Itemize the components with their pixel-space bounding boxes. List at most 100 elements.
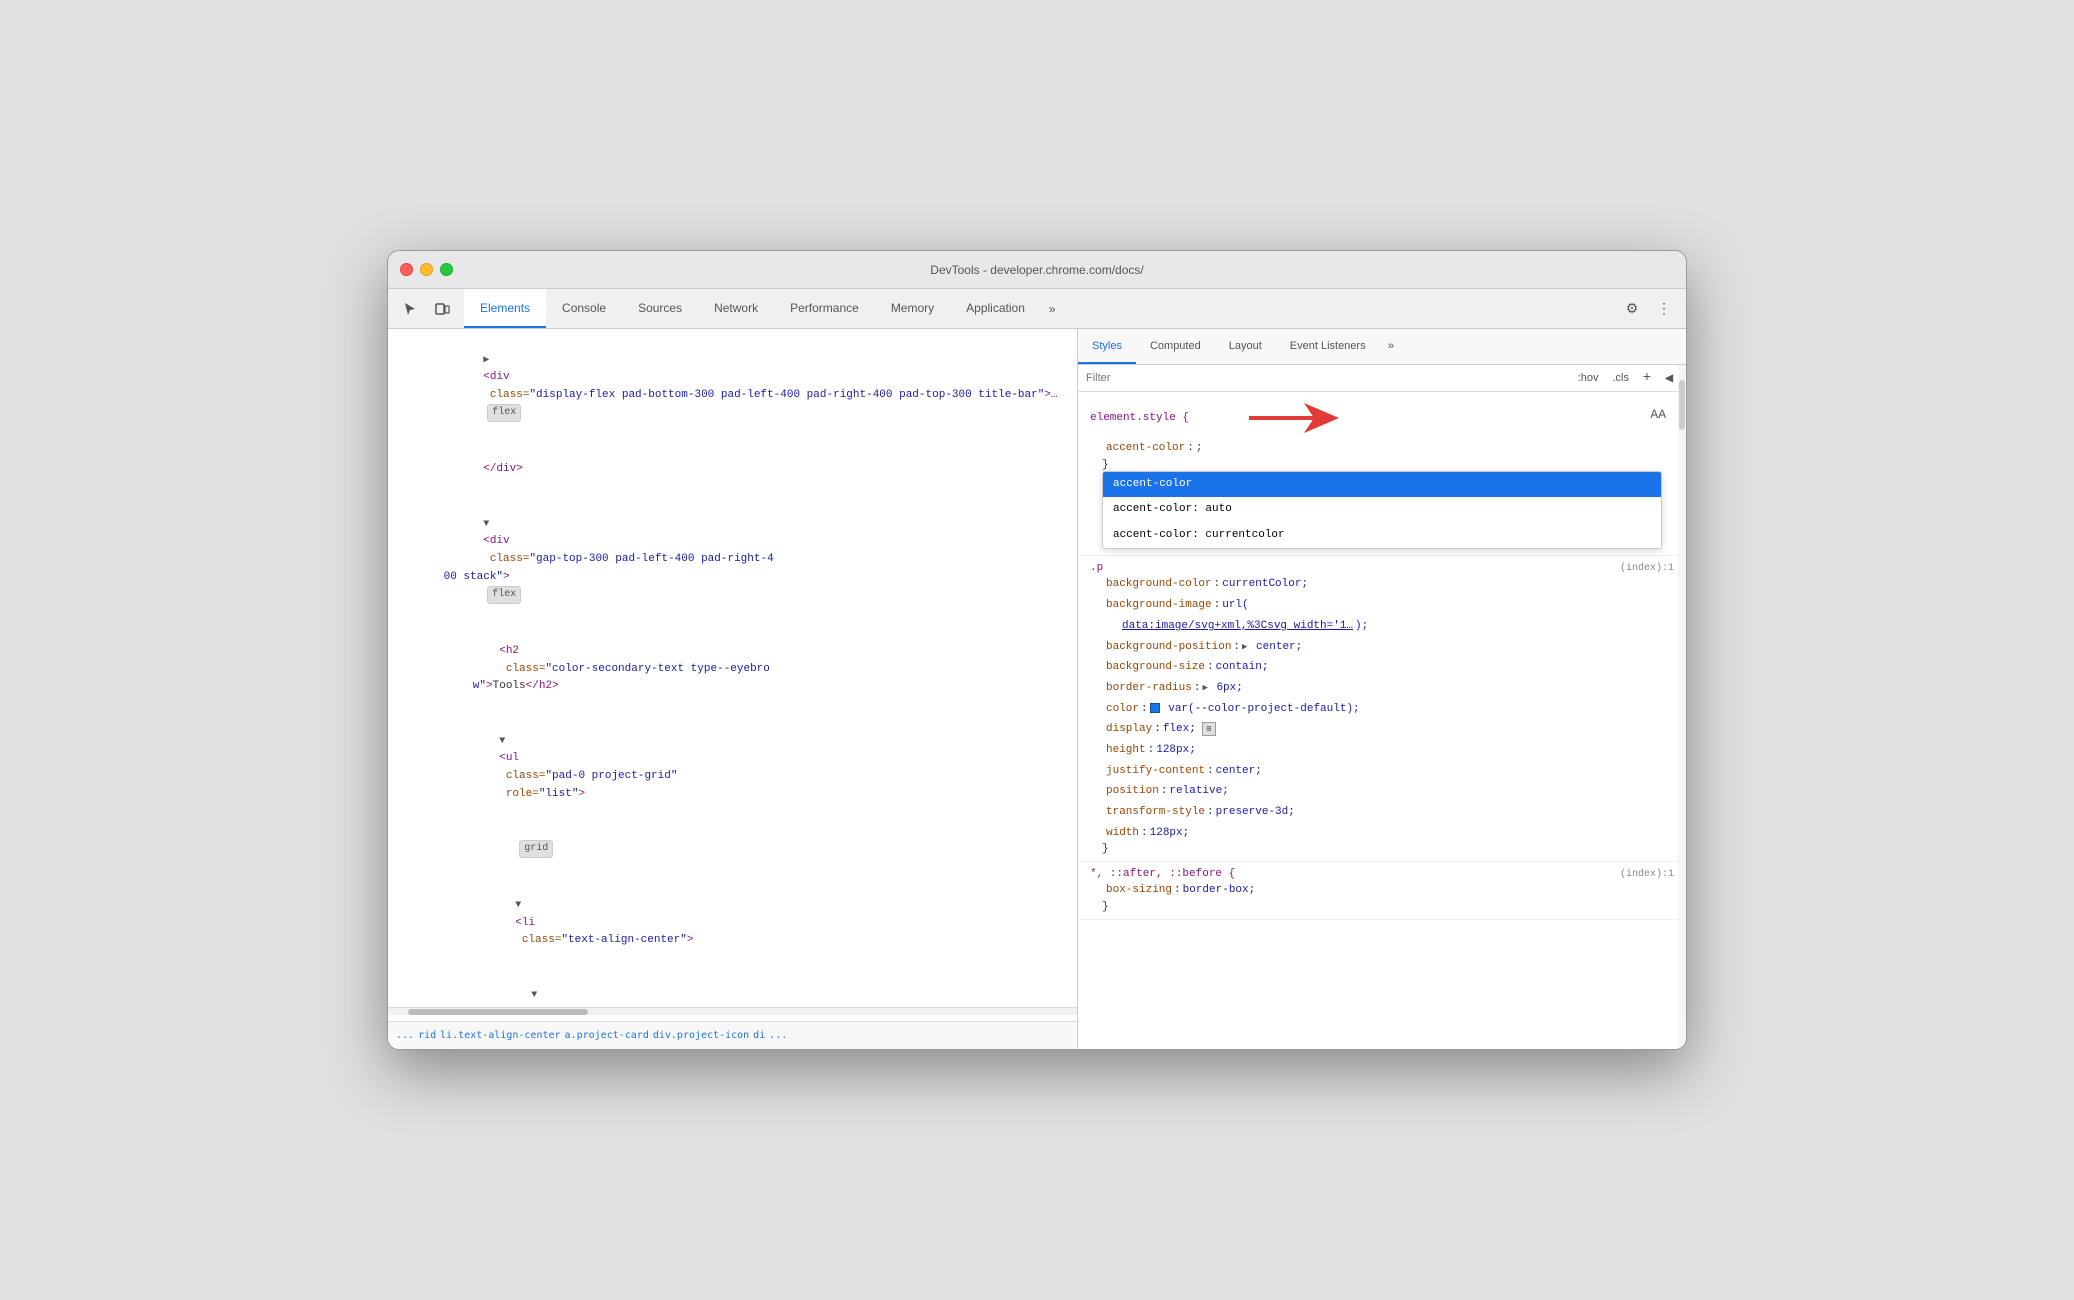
css-selector[interactable]: *, ::after, ::before { — [1090, 868, 1235, 880]
expand-triangle[interactable]: ▼ — [531, 990, 537, 1001]
settings-icon[interactable]: ⚙ — [1618, 295, 1646, 323]
cls-button[interactable]: .cls — [1608, 370, 1635, 386]
styles-content: element.style { accent-color : ; — [1078, 392, 1686, 1049]
css-property-line[interactable]: color : var(--color-project-default); — [1090, 699, 1674, 720]
cursor-icon[interactable] — [396, 295, 424, 323]
css-property-line[interactable]: height : 128px; — [1090, 740, 1674, 761]
color-swatch[interactable] — [1150, 703, 1160, 713]
css-property-line[interactable]: display : flex; ⊞ — [1090, 719, 1674, 740]
html-line[interactable]: <h2 class="color-secondary-text type--ey… — [388, 624, 1077, 714]
tab-elements[interactable]: Elements — [464, 289, 546, 328]
more-options-icon[interactable]: ⋮ — [1650, 295, 1678, 323]
breadcrumb-item[interactable]: li.text-align-center — [440, 1030, 560, 1041]
css-property-line[interactable]: background-color : currentColor; — [1090, 574, 1674, 595]
scroll-thumb[interactable] — [408, 1009, 588, 1015]
autocomplete-dropdown[interactable]: accent-color accent-color: auto accent-c… — [1102, 471, 1662, 550]
maximize-button[interactable] — [440, 263, 453, 276]
tab-event-listeners[interactable]: Event Listeners — [1276, 329, 1380, 364]
html-line[interactable]: ▼ <ul class="pad-0 project-grid" role="l… — [388, 714, 1077, 822]
css-property-line[interactable]: background-size : contain; — [1090, 657, 1674, 678]
css-property-line[interactable]: background-position : ▶ center; — [1090, 637, 1674, 658]
title-bar: DevTools - developer.chrome.com/docs/ — [388, 251, 1686, 289]
hov-button[interactable]: :hov — [1573, 370, 1604, 386]
css-property-line[interactable]: border-radius : ▶ 6px; — [1090, 678, 1674, 699]
devtools-window: DevTools - developer.chrome.com/docs/ — [387, 250, 1687, 1050]
element-style-rule: element.style { accent-color : ; — [1078, 392, 1686, 556]
tab-layout[interactable]: Layout — [1215, 329, 1276, 364]
device-toggle-icon[interactable] — [428, 295, 456, 323]
elements-content[interactable]: ▶ <div class="display-flex pad-bottom-30… — [388, 329, 1077, 1007]
expand-triangle[interactable]: ▼ — [515, 900, 521, 911]
tab-styles[interactable]: Styles — [1078, 329, 1136, 364]
html-line[interactable]: grid — [388, 822, 1077, 879]
grid-badge[interactable]: grid — [519, 840, 553, 858]
tab-network[interactable]: Network — [698, 289, 774, 328]
tab-more-button[interactable]: » — [1041, 289, 1064, 328]
css-selector[interactable]: .p — [1090, 562, 1103, 574]
red-arrow-annotation — [1249, 398, 1339, 438]
breadcrumb-item[interactable]: a.project-card — [565, 1030, 649, 1041]
text-size-icon[interactable]: AA — [1650, 407, 1666, 422]
expand-triangle[interactable]: ▼ — [499, 736, 505, 747]
tab-performance[interactable]: Performance — [774, 289, 875, 328]
css-property-line[interactable]: background-image : url( — [1090, 595, 1674, 616]
css-property-line[interactable]: box-sizing : border-box; — [1090, 880, 1674, 901]
flex-badge[interactable]: flex — [487, 404, 521, 422]
flex-layout-icon[interactable]: ⊞ — [1202, 722, 1216, 736]
devtools-body: ▶ <div class="display-flex pad-bottom-30… — [388, 329, 1686, 1049]
tab-sources[interactable]: Sources — [622, 289, 698, 328]
breadcrumb-item[interactable]: di — [753, 1030, 765, 1041]
breadcrumb-item[interactable]: div.project-icon — [653, 1030, 749, 1041]
html-line[interactable]: ▼ <a class="project-card" href="devtools… — [388, 969, 1077, 1008]
tab-application[interactable]: Application — [950, 289, 1041, 328]
styles-tab-more[interactable]: » — [1380, 329, 1403, 364]
html-line[interactable]: </div> — [388, 442, 1077, 497]
css-property-continuation[interactable]: data:image/svg+xml,%3Csvg width='1… ); — [1090, 616, 1674, 637]
scrollbar-thumb[interactable] — [1679, 380, 1685, 430]
html-line[interactable]: ▶ <div class="display-flex pad-bottom-30… — [388, 333, 1077, 442]
expand-triangle[interactable]: ▼ — [483, 519, 489, 530]
horizontal-scrollbar[interactable] — [388, 1007, 1077, 1015]
minimize-button[interactable] — [420, 263, 433, 276]
data-url-link[interactable]: data:image/svg+xml,%3Csvg width='1… — [1122, 617, 1353, 636]
css-selector[interactable]: element.style { — [1090, 412, 1189, 424]
autocomplete-item-accent-color[interactable]: accent-color — [1103, 472, 1661, 498]
window-title: DevTools - developer.chrome.com/docs/ — [930, 263, 1143, 277]
tab-computed[interactable]: Computed — [1136, 329, 1215, 364]
breadcrumb-item[interactable]: rid — [418, 1030, 436, 1041]
autocomplete-item-auto[interactable]: accent-color: auto — [1103, 497, 1661, 523]
vertical-scrollbar[interactable] — [1678, 365, 1686, 1049]
css-close-brace: } — [1090, 843, 1674, 855]
expand-triangle[interactable]: ▶ — [483, 355, 489, 366]
filter-input[interactable] — [1086, 372, 1569, 384]
breadcrumb-item[interactable]: ... — [396, 1030, 414, 1041]
css-rule-universal: *, ::after, ::before { (index):1 box-siz… — [1078, 862, 1686, 920]
tab-console[interactable]: Console — [546, 289, 622, 328]
devtools-right-icons: ⚙ ⋮ — [1618, 295, 1678, 323]
breadcrumb-bar: ... rid li.text-align-center a.project-c… — [388, 1021, 1077, 1049]
devtools-container: Elements Console Sources Network Perform… — [388, 289, 1686, 1049]
css-property-line[interactable]: width : 128px; — [1090, 823, 1674, 844]
autocomplete-item-currentcolor[interactable]: accent-color: currentcolor — [1103, 523, 1661, 549]
sidebar-toggle-button[interactable]: ◀ — [1660, 369, 1678, 387]
css-property-line[interactable]: transform-style : preserve-3d; — [1090, 802, 1674, 823]
css-property-line[interactable]: accent-color : ; — [1090, 438, 1674, 459]
css-property-line[interactable]: position : relative; — [1090, 781, 1674, 802]
expand-triangle[interactable]: ▶ — [1242, 642, 1247, 652]
css-rule-p: .p (index):1 background-color : currentC… — [1078, 556, 1686, 862]
source-link[interactable]: (index):1 — [1620, 563, 1674, 574]
add-style-button[interactable]: + — [1638, 369, 1656, 387]
expand-triangle[interactable]: ▶ — [1202, 683, 1207, 693]
html-line[interactable]: ▼ <div class="gap-top-300 pad-left-400 p… — [388, 497, 1077, 624]
flex-badge[interactable]: flex — [487, 586, 521, 604]
source-link[interactable]: (index):1 — [1620, 869, 1674, 880]
tab-memory[interactable]: Memory — [875, 289, 950, 328]
breadcrumb-ellipsis[interactable]: ... — [769, 1030, 787, 1041]
css-close-brace: } — [1090, 459, 1674, 471]
styles-panel: Styles Computed Layout Event Listeners »… — [1078, 329, 1686, 1049]
css-property-line[interactable]: justify-content : center; — [1090, 761, 1674, 782]
elements-panel: ▶ <div class="display-flex pad-bottom-30… — [388, 329, 1078, 1049]
html-line[interactable]: ▼ <li class="text-align-center"> — [388, 879, 1077, 969]
close-button[interactable] — [400, 263, 413, 276]
traffic-lights — [400, 263, 453, 276]
